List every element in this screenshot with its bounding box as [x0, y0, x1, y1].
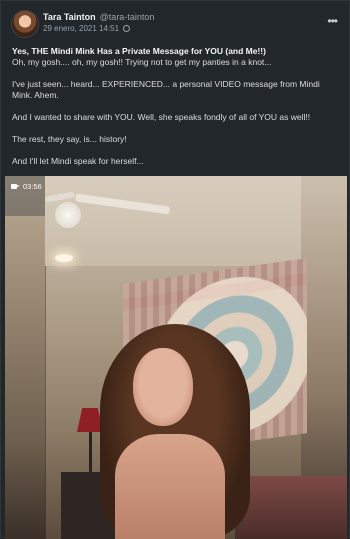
post-title: Yes, THE Mindi Mink Has a Private Messag… — [12, 46, 266, 56]
post-header: Tara Tainton @tara-tainton 29 enero, 2021… — [11, 10, 341, 38]
author-handle[interactable]: @tara-tainton — [100, 12, 155, 22]
post-paragraph: I've just seen... heard... EXPERIENCED..… — [12, 79, 320, 100]
post-paragraph: And I'll let Mindi speak for herself... — [12, 156, 144, 166]
video-person-face — [133, 348, 193, 426]
video-player[interactable]: 03:56 — [5, 176, 347, 539]
video-fan-light — [55, 202, 81, 228]
video-camera-icon — [11, 184, 20, 189]
video-duration: 03:56 — [23, 182, 42, 191]
video-lamp-stem — [89, 432, 92, 472]
post-card: Tara Tainton @tara-tainton 29 enero, 2021… — [0, 0, 350, 539]
video-person-body — [115, 434, 225, 539]
video-ceiling — [45, 176, 305, 266]
post-body: Yes, THE Mindi Mink Has a Private Messag… — [12, 46, 340, 178]
avatar[interactable] — [11, 10, 39, 38]
more-options-button[interactable]: ••• — [327, 15, 338, 27]
video-bed — [235, 476, 347, 539]
post-paragraph: Oh, my gosh.... oh, my gosh!! Trying not… — [12, 57, 272, 67]
post-paragraph: The rest, they say, is... history! — [12, 134, 127, 144]
post-date[interactable]: 29 enero, 2021 14:51 — [43, 24, 119, 33]
video-duration-badge: 03:56 — [11, 182, 42, 191]
post-date-line: 29 enero, 2021 14:51 — [43, 24, 131, 33]
video-wall-left — [5, 216, 45, 539]
author-line: Tara Tainton @tara-tainton — [43, 12, 154, 22]
post-paragraph: And I wanted to share with YOU. Well, sh… — [12, 112, 311, 122]
globe-icon — [123, 25, 131, 32]
author-name[interactable]: Tara Tainton — [43, 12, 96, 22]
video-ceiling-light — [55, 254, 73, 262]
